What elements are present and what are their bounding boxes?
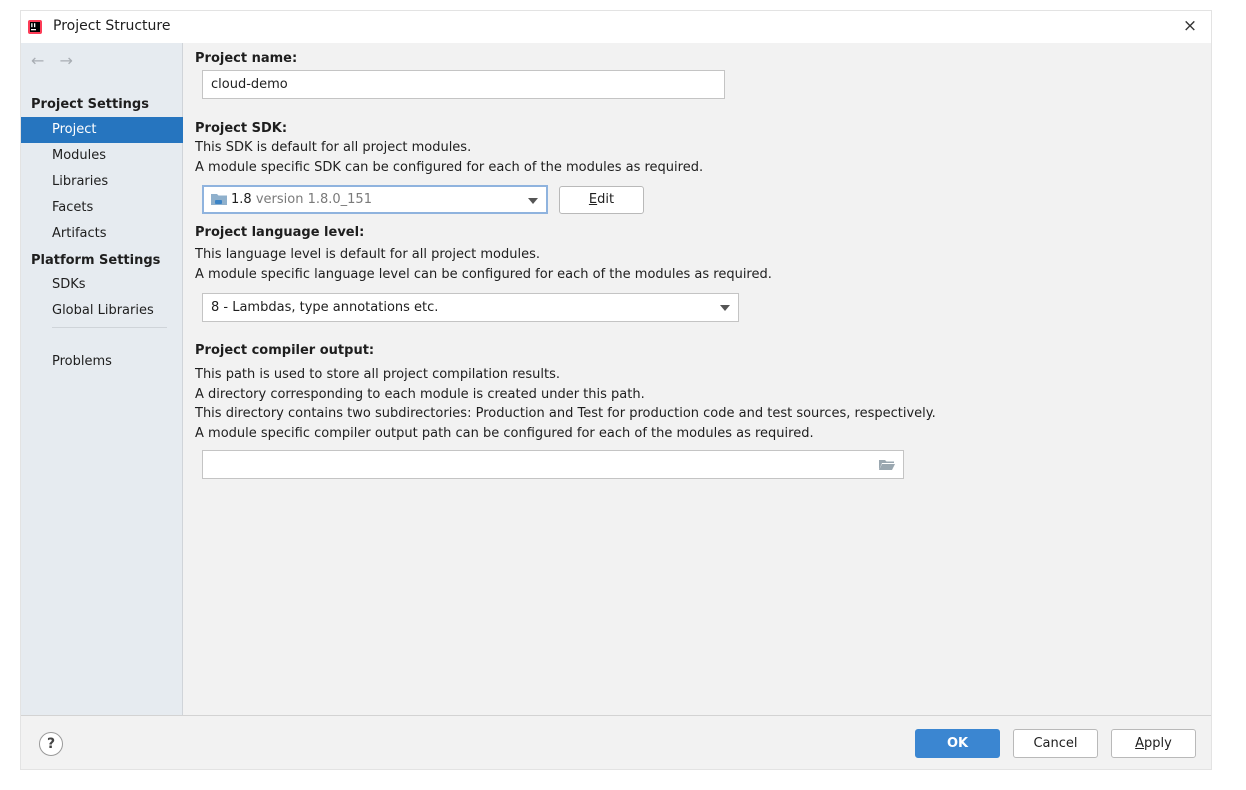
sidebar: ← → Project Settings Project Modules Lib… xyxy=(21,43,183,715)
sidebar-item-libraries[interactable]: Libraries xyxy=(21,169,183,195)
ok-button[interactable]: OK xyxy=(915,729,1000,758)
description-line: A module specific language level can be … xyxy=(195,266,772,282)
description-line: This language level is default for all p… xyxy=(195,247,540,262)
project-settings-panel: Project name: cloud-demo Project SDK: Th… xyxy=(183,43,1213,715)
help-button[interactable]: ? xyxy=(39,732,63,756)
sidebar-item-sdks[interactable]: SDKs xyxy=(21,272,183,298)
language-level-value: 8 - Lambdas, type annotations etc. xyxy=(211,300,439,315)
language-level-description: This language level is default for all p… xyxy=(195,245,772,284)
sidebar-item-modules[interactable]: Modules xyxy=(21,143,183,169)
apply-button[interactable]: Apply xyxy=(1111,729,1196,758)
project-sdk-label: Project SDK: xyxy=(195,121,288,136)
mnemonic-letter: A xyxy=(1135,736,1145,751)
description-line: This SDK is default for all project modu… xyxy=(195,140,472,155)
language-level-dropdown[interactable]: 8 - Lambdas, type annotations etc. xyxy=(202,293,739,322)
sidebar-item-problems[interactable]: Problems xyxy=(21,349,183,375)
intellij-idea-icon xyxy=(28,20,42,34)
title-bar: Project Structure × xyxy=(21,11,1211,43)
sidebar-item-project[interactable]: Project xyxy=(21,117,183,143)
back-arrow-icon[interactable]: ← xyxy=(31,51,44,70)
footer-divider xyxy=(21,715,1211,716)
sdk-version: version 1.8.0_151 xyxy=(255,192,372,207)
project-name-label: Project name: xyxy=(195,51,298,66)
mnemonic-letter: E xyxy=(588,192,598,207)
compiler-output-path-input[interactable] xyxy=(202,450,904,479)
description-line: A module specific compiler output path c… xyxy=(195,425,814,441)
sidebar-item-global-libraries[interactable]: Global Libraries xyxy=(21,298,183,324)
button-label: dit xyxy=(597,192,615,207)
description-line: A directory corresponding to each module… xyxy=(195,386,645,402)
edit-sdk-button[interactable]: Edit xyxy=(559,186,644,214)
description-line: A module specific SDK can be configured … xyxy=(195,159,704,175)
compiler-output-label: Project compiler output: xyxy=(195,343,375,358)
chevron-down-icon xyxy=(528,198,538,204)
close-button[interactable]: × xyxy=(1179,15,1201,37)
sidebar-item-artifacts[interactable]: Artifacts xyxy=(21,221,183,247)
project-name-input[interactable]: cloud-demo xyxy=(202,70,725,99)
project-structure-dialog: Project Structure × ← → Project Settings… xyxy=(20,10,1212,770)
project-sdk-dropdown[interactable]: 1.8 version 1.8.0_151 xyxy=(202,185,548,214)
window-title: Project Structure xyxy=(53,18,171,34)
sidebar-item-facets[interactable]: Facets xyxy=(21,195,183,221)
cancel-button[interactable]: Cancel xyxy=(1013,729,1098,758)
description-line: This directory contains two subdirectori… xyxy=(195,406,936,421)
description-line: This path is used to store all project c… xyxy=(195,367,560,382)
jdk-folder-icon xyxy=(211,193,227,205)
language-level-label: Project language level: xyxy=(195,225,365,240)
sidebar-separator xyxy=(52,327,167,328)
project-sdk-description: This SDK is default for all project modu… xyxy=(195,138,703,177)
sdk-name: 1.8 xyxy=(231,192,252,207)
browse-folder-icon[interactable] xyxy=(879,458,895,472)
chevron-down-icon xyxy=(720,305,730,311)
button-label: pply xyxy=(1144,736,1172,751)
group-platform-settings: Platform Settings xyxy=(31,253,161,268)
group-project-settings: Project Settings xyxy=(31,97,149,112)
nav-arrows: ← → xyxy=(31,51,83,70)
compiler-output-description: This path is used to store all project c… xyxy=(195,365,936,443)
forward-arrow-icon[interactable]: → xyxy=(60,51,73,70)
